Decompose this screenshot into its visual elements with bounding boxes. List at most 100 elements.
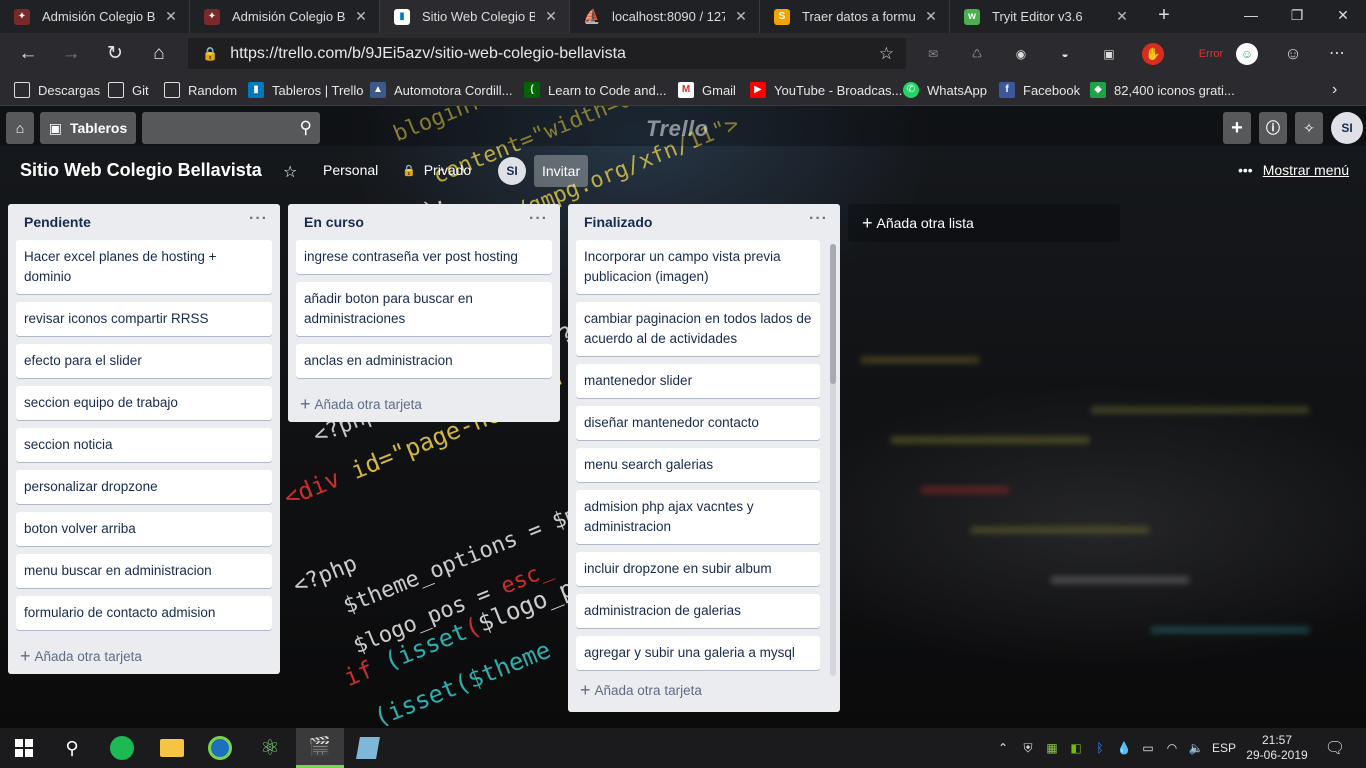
browser-tab[interactable]: ✦ Admisión Colegio Bella ✕ — [190, 0, 380, 33]
star-board-icon[interactable]: ☆ — [283, 162, 297, 182]
close-window-icon[interactable]: ✕ — [1320, 0, 1366, 33]
notifications-icon[interactable]: 🗨 — [1320, 728, 1350, 768]
clapper-app-icon[interactable]: 🎬 — [296, 728, 344, 768]
info-icon[interactable]: ⓘ — [1259, 112, 1287, 144]
add-card-button[interactable]: + Añada otra tarjeta — [568, 672, 840, 708]
battery-tray-icon[interactable]: ▭ — [1138, 728, 1158, 768]
list-menu-icon[interactable]: ··· — [529, 210, 548, 228]
card[interactable]: seccion noticia — [16, 428, 272, 462]
mail-extension-icon[interactable]: ✉ — [922, 43, 944, 65]
card[interactable]: anclas en administracion — [296, 344, 552, 378]
scrollbar-thumb[interactable] — [830, 244, 836, 384]
bookmark-item[interactable]: Random — [164, 80, 237, 100]
list-scrollbar[interactable] — [830, 244, 836, 676]
browser-tab-active[interactable]: ▮ Sitio Web Colegio Bella ✕ — [380, 0, 570, 33]
card[interactable]: Incorporar un campo vista previa publica… — [576, 240, 820, 294]
member-avatar[interactable]: SI — [498, 157, 526, 185]
browser-tab[interactable]: ⛵ localhost:8090 / 127.0.0 ✕ — [570, 0, 760, 33]
add-card-button[interactable]: + Añada otra tarjeta — [8, 638, 280, 674]
card[interactable]: mantenedor slider — [576, 364, 820, 398]
close-tab-icon[interactable]: ✕ — [353, 8, 369, 25]
browser-tab[interactable]: w Tryit Editor v3.6 ✕ — [950, 0, 1140, 33]
board-title[interactable]: Sitio Web Colegio Bellavista — [20, 160, 262, 181]
user-avatar[interactable]: SI — [1331, 112, 1363, 144]
card[interactable]: ingrese contraseña ver post hosting — [296, 240, 552, 274]
search-icon[interactable]: ⚲ — [48, 728, 96, 768]
feedback-smiley-icon[interactable]: ☺ — [1282, 43, 1304, 65]
profile-avatar-icon[interactable]: ☺ — [1236, 43, 1258, 65]
atom-icon[interactable]: ⚛ — [246, 728, 294, 768]
forward-icon[interactable]: → — [58, 41, 84, 67]
list-title[interactable]: En curso — [304, 214, 364, 230]
bookmark-item[interactable]: ◆ 82,400 iconos grati... — [1090, 80, 1235, 100]
bookmark-item[interactable]: M Gmail — [678, 80, 736, 100]
visibility-button[interactable]: 🔒 Privado — [402, 162, 471, 178]
list-menu-icon[interactable]: ··· — [809, 210, 828, 228]
boards-button[interactable]: ▣ Tableros — [40, 112, 136, 144]
card[interactable]: boton volver arriba — [16, 512, 272, 546]
home-icon[interactable]: ⌂ — [6, 112, 34, 144]
close-tab-icon[interactable]: ✕ — [543, 8, 559, 25]
browser-tab[interactable]: S Traer datos a formulario ✕ — [760, 0, 950, 33]
list-menu-icon[interactable]: ··· — [249, 210, 268, 228]
card[interactable]: menu buscar en administracion — [16, 554, 272, 588]
add-list-button[interactable]: + Añada otra lista — [848, 204, 1120, 242]
dev-browser-icon[interactable] — [196, 728, 244, 768]
tray-expand-icon[interactable]: ⌃ — [994, 728, 1012, 768]
team-button[interactable]: Personal — [323, 162, 378, 178]
more-menu-icon[interactable]: ⋯ — [1326, 43, 1348, 65]
add-card-button[interactable]: + Añada otra tarjeta — [288, 386, 560, 422]
card[interactable]: diseñar mantenedor contacto — [576, 406, 820, 440]
bookmark-item[interactable]: ▲ Automotora Cordill... — [370, 80, 513, 100]
file-explorer-icon[interactable] — [148, 728, 196, 768]
card[interactable]: añadir boton para buscar en administraci… — [296, 282, 552, 336]
bookmark-item[interactable]: ✆ WhatsApp — [903, 80, 987, 100]
app-tray-icon[interactable]: ▦ — [1042, 728, 1062, 768]
card[interactable]: administracion de galerias — [576, 594, 820, 628]
list-cards-scroll[interactable]: Incorporar un campo vista previa publica… — [568, 240, 828, 672]
reload-icon[interactable]: ↻ — [102, 41, 128, 67]
close-tab-icon[interactable]: ✕ — [733, 8, 749, 25]
bluetooth-tray-icon[interactable]: ᛒ — [1090, 728, 1110, 768]
invite-button[interactable]: Invitar — [534, 155, 589, 187]
create-plus-icon[interactable]: + — [1223, 112, 1251, 144]
adblock-extension-icon[interactable]: ✋ — [1142, 43, 1164, 65]
card[interactable]: efecto para el slider — [16, 344, 272, 378]
notifications-icon[interactable]: ✧ — [1295, 112, 1323, 144]
card[interactable]: menu search galerias — [576, 448, 820, 482]
card[interactable]: formulario de contacto admision — [16, 596, 272, 630]
list-title[interactable]: Finalizado — [584, 214, 652, 230]
clock[interactable]: 21:57 29-06-2019 — [1244, 728, 1310, 768]
home-icon[interactable]: ⌂ — [146, 41, 172, 67]
new-tab-icon[interactable]: + — [1152, 4, 1176, 28]
database-extension-icon[interactable]: ◒ — [1054, 43, 1076, 65]
bookmark-item[interactable]: Git — [108, 80, 149, 100]
address-bar[interactable]: 🔒 https://trello.com/b/9JEi5azv/sitio-we… — [188, 38, 906, 69]
restore-icon[interactable]: ❐ — [1274, 0, 1320, 33]
card[interactable]: agregar y subir una galeria a mysql — [576, 636, 820, 670]
card[interactable]: personalizar dropzone — [16, 470, 272, 504]
trello-logo[interactable]: Trello — [646, 116, 709, 142]
notepad-icon[interactable] — [344, 728, 392, 768]
close-tab-icon[interactable]: ✕ — [163, 8, 179, 25]
card[interactable]: cambiar paginacion en todos lados de acu… — [576, 302, 820, 356]
card[interactable]: incluir dropzone en subir album — [576, 552, 820, 586]
close-tab-icon[interactable]: ✕ — [923, 8, 939, 25]
card[interactable]: revisar iconos compartir RRSS — [16, 302, 272, 336]
bookmark-item[interactable]: Descargas — [14, 80, 100, 100]
show-menu-button[interactable]: ••• Mostrar menú — [1238, 162, 1349, 178]
minimize-icon[interactable]: — — [1228, 0, 1274, 33]
search-input[interactable]: ⚲ — [142, 112, 320, 144]
bookmark-star-icon[interactable]: ☆ — [879, 44, 894, 64]
back-icon[interactable]: ← — [15, 41, 41, 67]
bookmark-item[interactable]: f Facebook — [999, 80, 1080, 100]
volume-tray-icon[interactable]: 🔈 — [1186, 728, 1206, 768]
card[interactable]: admision php ajax vacntes y administraci… — [576, 490, 820, 544]
bookmarks-overflow-icon[interactable]: › — [1332, 80, 1337, 100]
browser-tab[interactable]: ✦ Admisión Colegio Bella ✕ — [0, 0, 190, 33]
nvidia-tray-icon[interactable]: ◧ — [1066, 728, 1086, 768]
language-indicator[interactable]: ESP — [1210, 728, 1238, 768]
windows-start-icon[interactable] — [0, 728, 48, 768]
bookmark-item[interactable]: ▮ Tableros | Trello — [248, 80, 364, 100]
bookmark-item[interactable]: ▶ YouTube - Broadcas... — [750, 80, 902, 100]
